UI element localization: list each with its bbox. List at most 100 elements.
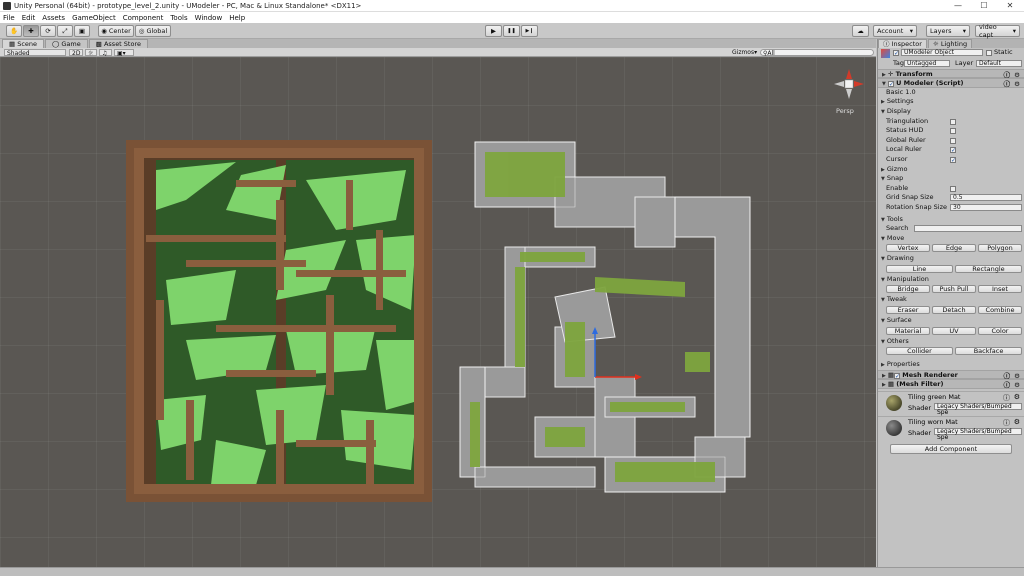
gizmos-dropdown[interactable]: Gizmos▾ [730, 49, 758, 56]
close-button[interactable]: ✕ [997, 0, 1023, 12]
active-checkbox[interactable]: ✓ [893, 50, 899, 57]
menu-window[interactable]: Window [195, 14, 223, 22]
tag-dropdown[interactable]: Untagged [904, 60, 950, 67]
lighting-toggle[interactable]: ☼ [85, 49, 97, 57]
global-ruler-checkbox[interactable] [950, 137, 956, 144]
mesh-renderer-checkbox[interactable]: ✓ [894, 372, 900, 379]
mesh-filter-component[interactable]: ▶ ▦ (Mesh Filter) ⓘ ⚙ [878, 379, 1024, 389]
material-preview-icon[interactable] [886, 395, 902, 412]
cursor-checkbox[interactable]: ✓ [950, 156, 956, 163]
rotate-tool-button[interactable]: ⟳ [40, 25, 56, 37]
orientation-gizmo[interactable] [832, 67, 866, 101]
cloud-button[interactable]: ☁ [852, 25, 869, 37]
line-button[interactable]: Line [886, 264, 953, 273]
tab-game[interactable]: ◯ Game [45, 39, 88, 48]
surface-foldout[interactable]: ▼ Surface [878, 316, 1024, 326]
push-pull-button[interactable]: Push Pull [932, 285, 976, 294]
menu-gameobject[interactable]: GameObject [72, 14, 116, 22]
material-button[interactable]: Material [886, 326, 930, 335]
eraser-button[interactable]: Eraser [886, 306, 930, 315]
tab-scene[interactable]: ▦ Scene [2, 39, 45, 48]
umodeler-script-component[interactable]: ▼ ✓ U Modeler (Script) ⓘ ⚙ [878, 78, 1024, 88]
drawing-foldout[interactable]: ▼ Drawing [878, 254, 1024, 264]
menu-tools[interactable]: Tools [170, 14, 187, 22]
settings-gear-icon[interactable]: ⚙ [1014, 418, 1020, 426]
maze-flat-model[interactable] [126, 140, 432, 502]
snap-enable-checkbox[interactable] [950, 185, 956, 192]
snap-foldout[interactable]: ▼ Snap [878, 174, 1024, 184]
layout-dropdown[interactable]: video capt ▾ [975, 23, 1020, 39]
tool-search-input[interactable] [914, 225, 1022, 233]
gizmo-foldout[interactable]: ▶ Gizmo [878, 165, 1024, 175]
scene-viewport[interactable]: Persp [0, 57, 876, 567]
shader-dropdown[interactable]: Legacy Shaders/Bumped Spe [934, 403, 1022, 416]
inset-button[interactable]: Inset [978, 285, 1022, 294]
others-foldout[interactable]: ▼ Others [878, 337, 1024, 347]
help-icon[interactable]: ⓘ [1003, 418, 1010, 428]
material-preview-icon[interactable] [886, 420, 902, 437]
menu-edit[interactable]: Edit [22, 14, 36, 22]
toggle-2d-button[interactable]: 2D [69, 49, 83, 57]
layer-dropdown[interactable]: Default [976, 60, 1022, 67]
step-button[interactable]: ▶❙ [521, 25, 538, 37]
maze-stone-model[interactable] [455, 137, 755, 497]
local-ruler-checkbox[interactable]: ✓ [950, 147, 956, 154]
account-dropdown[interactable]: Account ▾ [873, 25, 917, 37]
combine-button[interactable]: Combine [978, 306, 1022, 315]
pivot-global-button[interactable]: ◎ Global [135, 25, 171, 37]
transform-component[interactable]: ▶ ✛ Transform ⓘ ⚙ [878, 68, 1024, 79]
hand-tool-button[interactable]: ✋ [6, 25, 22, 37]
color-button[interactable]: Color [978, 326, 1022, 335]
pause-button[interactable]: ❚❚ [503, 25, 520, 37]
move-tool-button[interactable]: ✚ [23, 25, 39, 37]
rect-tool-button[interactable]: ▣ [74, 25, 90, 37]
properties-foldout[interactable]: ▶ Properties [878, 360, 1024, 370]
tab-inspector[interactable]: ⓘ Inspector [878, 39, 927, 48]
settings-gear-icon[interactable]: ⚙ [1014, 381, 1020, 391]
display-foldout[interactable]: ▼ Display [878, 107, 1024, 117]
status-hud-checkbox[interactable] [950, 128, 956, 135]
edge-button[interactable]: Edge [932, 244, 976, 253]
menu-assets[interactable]: Assets [42, 14, 65, 22]
shading-dropdown[interactable]: Shaded [4, 49, 66, 57]
static-checkbox[interactable] [986, 50, 992, 56]
maximize-button[interactable]: ☐ [971, 0, 997, 12]
menu-file[interactable]: File [3, 14, 15, 22]
settings-foldout[interactable]: ▶ Settings [878, 97, 1024, 107]
uv-button[interactable]: UV [932, 326, 976, 335]
pivot-center-button[interactable]: ◉ Center [98, 25, 134, 37]
tab-lighting[interactable]: ☼ Lighting [927, 39, 973, 48]
vertex-button[interactable]: Vertex [886, 244, 930, 253]
menu-component[interactable]: Component [123, 14, 164, 22]
minimize-button[interactable]: — [945, 0, 971, 12]
effects-dropdown[interactable]: ▣▾ [114, 49, 134, 57]
umodeler-enabled-checkbox[interactable]: ✓ [887, 81, 894, 88]
shader-dropdown[interactable]: Legacy Shaders/Bumped Spe [934, 428, 1022, 441]
collider-button[interactable]: Collider [886, 347, 953, 356]
rotation-snap-dropdown[interactable]: 30 [950, 203, 1022, 211]
play-button[interactable]: ▶ [485, 25, 502, 37]
backface-button[interactable]: Backface [955, 347, 1022, 356]
tools-foldout[interactable]: ▼ Tools [878, 215, 1024, 225]
audio-toggle[interactable]: ♫ [99, 49, 112, 57]
mesh-renderer-component[interactable]: ▶ ▦✓ Mesh Renderer ⓘ ⚙ [878, 369, 1024, 380]
move-foldout[interactable]: ▼ Move [878, 234, 1024, 244]
scale-tool-button[interactable]: ⤢ [57, 25, 73, 37]
triangulation-checkbox[interactable] [950, 118, 956, 125]
persp-label[interactable]: Persp [836, 107, 854, 115]
menu-help[interactable]: Help [229, 14, 245, 22]
help-icon[interactable]: ⓘ [1003, 393, 1010, 403]
settings-gear-icon[interactable]: ⚙ [1014, 393, 1020, 401]
detach-button[interactable]: Detach [932, 306, 976, 315]
manipulation-foldout[interactable]: ▼ Manipulation [878, 275, 1024, 285]
tweak-foldout[interactable]: ▼ Tweak [878, 295, 1024, 305]
scene-search-input[interactable]: ⚲All [760, 49, 874, 57]
grid-snap-dropdown[interactable]: 0.5 [950, 194, 1022, 202]
object-name-field[interactable]: UModeler Object [901, 49, 983, 56]
bridge-button[interactable]: Bridge [886, 285, 930, 294]
help-icon[interactable]: ⓘ [1004, 381, 1011, 391]
rectangle-button[interactable]: Rectangle [955, 264, 1022, 273]
add-component-button[interactable]: Add Component [890, 444, 1012, 455]
layers-dropdown[interactable]: Layers ▾ [926, 25, 970, 37]
tab-asset-store[interactable]: ▩ Asset Store [88, 39, 148, 48]
